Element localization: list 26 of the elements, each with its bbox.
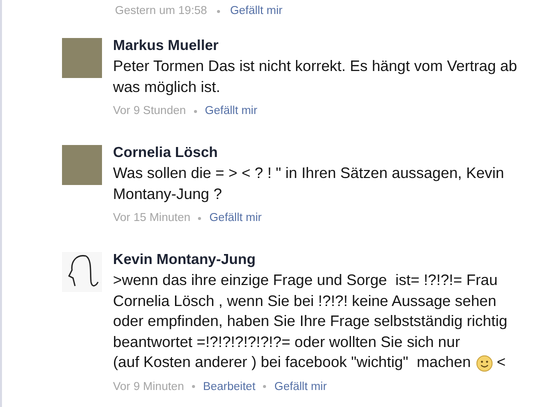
comment-text: Was sollen die = > < ? ! " in Ihren Sätzen aussagen, Kevin Montany-Jung ? <box>113 164 506 204</box>
comment-text: (auf Kosten anderer ) bei facebook "wichtig" machen <box>113 353 471 373</box>
timestamp: Vor 9 Minuten <box>113 380 184 392</box>
action-link[interactable]: Gefällt mir <box>209 212 262 224</box>
author-name[interactable]: Kevin Montany-Jung <box>113 250 533 270</box>
separator-dot <box>192 385 195 388</box>
comment-text: < <box>496 353 506 373</box>
timestamp: Vor 9 Stunden <box>113 105 186 117</box>
separator-dot <box>263 385 266 388</box>
photo-placeholder <box>62 38 102 78</box>
separator-dot <box>217 10 220 12</box>
action-link[interactable]: Gefällt mir <box>204 105 258 117</box>
author-name[interactable]: Markus Mueller <box>113 36 533 56</box>
author-name[interactable]: Cornelia Lösch <box>113 143 533 163</box>
photo-placeholder <box>62 145 102 185</box>
timestamp: Gestern um 19:58 <box>115 5 208 17</box>
separator-dot <box>198 216 202 220</box>
separator-dot <box>194 110 197 112</box>
action-link[interactable]: Bearbeitet <box>202 380 256 392</box>
smiley-icon <box>476 354 493 372</box>
action-link[interactable]: Gefällt mir <box>274 380 327 392</box>
comment-text: >wenn das ihre einzige Frage und Sorge ist= !?!?!= Frau Cornelia Lösch , wenn Sie bei !?!?! keine Aussage sehen oder empfinden, haben Sie Ihre Frage selbstständig richtig beantwortet =!?!?!?!?!?!?= oder wollten Sie sich nur <box>113 271 508 352</box>
sketch-avatar <box>62 252 102 292</box>
timestamp: Vor 15 Minuten <box>113 212 190 224</box>
action-link[interactable]: Gefällt mir <box>230 5 282 17</box>
comment-text: Peter Tormen Das ist nicht korrekt. Es hängt vom Vertrag ab was möglich ist. <box>113 57 518 98</box>
